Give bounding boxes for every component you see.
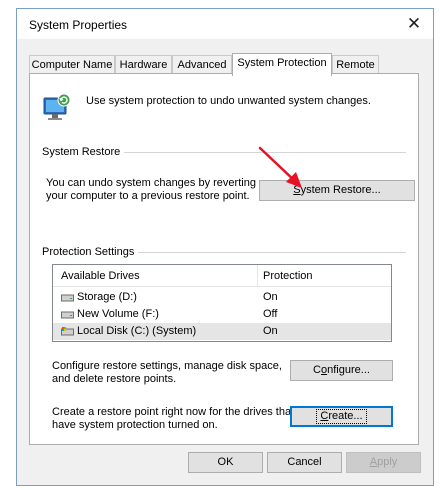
tab-label: Hardware <box>119 59 168 71</box>
tab-hardware[interactable]: Hardware <box>115 55 172 75</box>
drive-protection-status: Off <box>263 308 278 320</box>
button-label: C <box>313 364 321 376</box>
button-label: ystem Restore... <box>300 184 381 196</box>
drive-row[interactable]: New Volume (F:) Off <box>53 306 391 323</box>
tab-label: Advanced <box>177 59 227 71</box>
drive-row[interactable]: Storage (D:) On <box>53 289 391 306</box>
column-header-protection[interactable]: Protection <box>263 270 313 282</box>
configure-description: Configure restore settings, manage disk … <box>52 360 282 386</box>
button-focus-rect: Create... <box>316 409 367 424</box>
create-description: Create a restore point right now for the… <box>52 406 294 432</box>
window-title: System Properties <box>29 18 128 32</box>
tab-strip: Computer Name Hardware Advanced System P… <box>29 53 419 76</box>
system-protection-icon <box>42 92 72 122</box>
description-line: have system protection turned on. <box>52 419 218 431</box>
tab-system-protection[interactable]: System Protection <box>232 53 332 76</box>
button-label: Cancel <box>287 456 322 468</box>
system-properties-window: System Properties ✕ Computer Name Hardwa… <box>16 8 434 486</box>
tab-label: Remote <box>336 59 375 71</box>
intro-text: Use system protection to undo unwanted s… <box>86 95 371 107</box>
description-line: and delete restore points. <box>52 373 177 385</box>
drives-list[interactable]: Available Drives Protection Storage (D:)… <box>52 264 392 342</box>
system-protection-panel: Use system protection to undo unwanted s… <box>29 73 419 445</box>
tab-advanced[interactable]: Advanced <box>172 55 232 75</box>
button-label: nfigure... <box>327 364 370 376</box>
drive-name: Storage (D:) <box>77 291 137 303</box>
tab-label: Computer Name <box>31 59 113 71</box>
create-button[interactable]: Create... <box>290 406 393 427</box>
tab-remote[interactable]: Remote <box>332 55 379 75</box>
ok-button[interactable]: OK <box>188 452 263 473</box>
close-icon[interactable]: ✕ <box>403 13 425 35</box>
drive-name: New Volume (F:) <box>77 308 159 320</box>
drives-list-header: Available Drives Protection <box>53 265 391 287</box>
drive-name: Local Disk (C:) (System) <box>77 325 197 337</box>
hard-drive-icon <box>61 310 74 319</box>
button-label: reate... <box>328 410 363 422</box>
column-separator <box>257 265 258 287</box>
title-bar: System Properties ✕ <box>17 9 433 39</box>
tab-label: System Protection <box>237 57 327 69</box>
column-header-drives[interactable]: Available Drives <box>61 270 140 282</box>
button-mnemonic: A <box>369 456 378 468</box>
button-label: pply <box>377 456 398 468</box>
button-label: OK <box>217 456 234 468</box>
system-drive-icon <box>61 327 74 336</box>
drive-protection-status: On <box>263 325 278 337</box>
tab-computer-name[interactable]: Computer Name <box>29 55 115 75</box>
hard-drive-icon <box>61 293 74 302</box>
description-line: your computer to a previous restore poin… <box>46 190 250 202</box>
system-restore-description: You can undo system changes by reverting… <box>46 177 256 203</box>
configure-button[interactable]: Configure... <box>290 360 393 381</box>
red-arrow-annotation <box>258 146 302 188</box>
apply-button[interactable]: Apply <box>346 452 421 473</box>
cancel-button[interactable]: Cancel <box>267 452 342 473</box>
description-line: Create a restore point right now for the… <box>52 406 295 418</box>
description-line: You can undo system changes by reverting <box>46 177 256 189</box>
protection-settings-group-label: Protection Settings <box>42 246 139 258</box>
description-line: Configure restore settings, manage disk … <box>52 360 282 372</box>
drive-protection-status: On <box>263 291 278 303</box>
system-restore-group-label: System Restore <box>42 146 125 158</box>
drive-row-selected[interactable]: Local Disk (C:) (System) On <box>53 323 391 340</box>
